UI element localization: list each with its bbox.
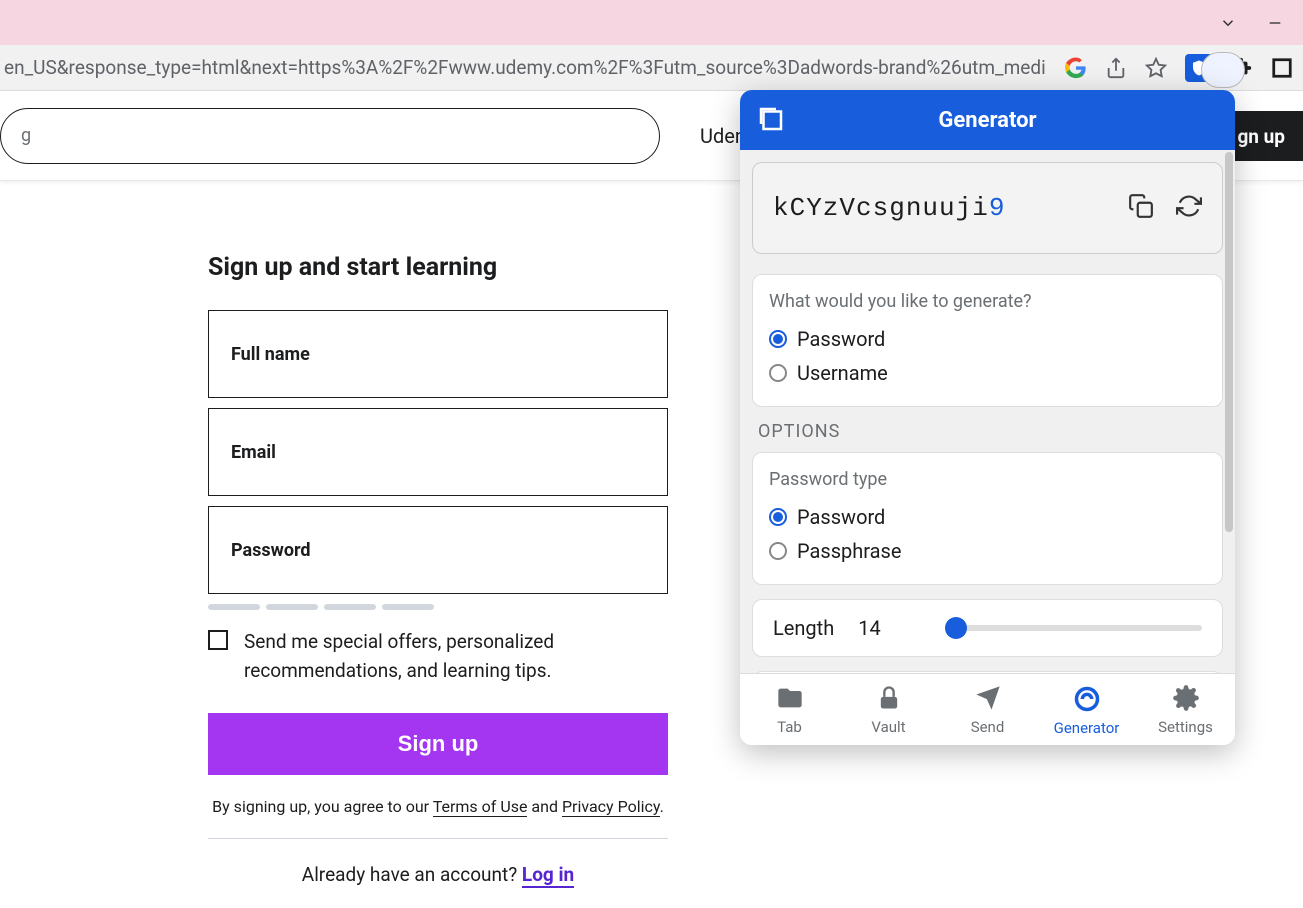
generate-type-card: What would you like to generate? Passwor… xyxy=(752,274,1223,407)
urlbar-row: en_US&response_type=html&next=https%3A%2… xyxy=(0,45,1303,91)
length-value: 14 xyxy=(858,616,880,640)
terms-row: By signing up, you agree to our Terms of… xyxy=(208,797,668,839)
panel-icon[interactable] xyxy=(1271,57,1293,79)
extension-highlight-pill xyxy=(1201,52,1245,88)
chevron-down-icon[interactable] xyxy=(1219,14,1237,32)
radio-icon[interactable] xyxy=(769,542,787,560)
bw-header: Generator xyxy=(740,90,1235,150)
tab-vault[interactable]: Vault xyxy=(839,674,938,745)
email-field[interactable]: Email xyxy=(208,408,668,496)
radio-icon[interactable] xyxy=(769,330,787,348)
radio-type-passphrase[interactable]: Passphrase xyxy=(769,534,1206,568)
lock-icon xyxy=(875,684,903,716)
copy-icon[interactable] xyxy=(1128,193,1154,223)
offers-checkbox-row[interactable]: Send me special offers, personalized rec… xyxy=(208,628,668,685)
password-field[interactable]: Password xyxy=(208,506,668,594)
radio-icon[interactable] xyxy=(769,364,787,382)
bitwarden-popup: Generator kCYzVcsgnuuji9 What would you … xyxy=(740,90,1235,745)
radio-type-password[interactable]: Password xyxy=(769,500,1206,534)
radio-icon[interactable] xyxy=(769,508,787,526)
strength-segment xyxy=(266,604,318,610)
login-row: Already have an account? Log in xyxy=(208,863,668,886)
urlbar-text[interactable]: en_US&response_type=html&next=https%3A%2… xyxy=(0,56,1047,79)
login-link[interactable]: Log in xyxy=(522,863,574,888)
generator-icon xyxy=(1073,685,1101,717)
slider-thumb-icon[interactable] xyxy=(945,617,967,639)
urlbar-icons xyxy=(1065,54,1293,82)
generated-actions xyxy=(1128,193,1202,223)
star-icon[interactable] xyxy=(1145,57,1167,79)
scrollbar[interactable] xyxy=(1225,152,1233,532)
privacy-link[interactable]: Privacy Policy xyxy=(562,797,660,817)
signup-button[interactable]: Sign up xyxy=(208,713,668,775)
password-type-label: Password type xyxy=(769,469,1206,490)
length-slider[interactable] xyxy=(945,625,1202,631)
length-label: Length xyxy=(773,616,834,640)
password-strength xyxy=(208,604,668,610)
signup-form: Sign up and start learning Full name Ema… xyxy=(208,253,668,886)
gear-icon xyxy=(1172,684,1200,716)
regenerate-icon[interactable] xyxy=(1176,193,1202,223)
bw-bottombar: Tab Vault Send Generator Settings xyxy=(740,673,1235,745)
radio-username[interactable]: Username xyxy=(769,356,1206,390)
checkbox-icon[interactable] xyxy=(208,630,228,650)
generate-type-question: What would you like to generate? xyxy=(769,291,1206,312)
search-text-partial: g xyxy=(21,125,31,146)
generated-password-text: kCYzVcsgnuuji9 xyxy=(773,193,1128,223)
checkbox-label: Send me special offers, personalized rec… xyxy=(244,628,668,685)
folder-icon xyxy=(776,684,804,716)
strength-segment xyxy=(208,604,260,610)
tab-tab[interactable]: Tab xyxy=(740,674,839,745)
strength-segment xyxy=(324,604,376,610)
google-icon[interactable] xyxy=(1065,57,1087,79)
tab-generator[interactable]: Generator xyxy=(1037,674,1136,745)
share-icon[interactable] xyxy=(1105,57,1127,79)
options-label: OPTIONS xyxy=(758,421,1223,442)
window-titlebar xyxy=(0,0,1303,45)
send-icon xyxy=(974,684,1002,716)
signup-title: Sign up and start learning xyxy=(208,253,668,282)
popout-icon[interactable] xyxy=(756,104,786,138)
terms-link[interactable]: Terms of Use xyxy=(433,797,528,817)
bw-header-title: Generator xyxy=(938,108,1036,133)
length-card: Length 14 xyxy=(752,599,1223,657)
bw-body: kCYzVcsgnuuji9 What would you like to ge… xyxy=(740,150,1235,673)
fullname-field[interactable]: Full name xyxy=(208,310,668,398)
minimize-icon[interactable] xyxy=(1267,15,1283,31)
strength-segment xyxy=(382,604,434,610)
password-type-card: Password type Password Passphrase xyxy=(752,452,1223,585)
search-input[interactable]: g xyxy=(0,108,660,164)
tab-send[interactable]: Send xyxy=(938,674,1037,745)
tab-settings[interactable]: Settings xyxy=(1136,674,1235,745)
radio-password[interactable]: Password xyxy=(769,322,1206,356)
generated-password-card: kCYzVcsgnuuji9 xyxy=(752,162,1223,254)
